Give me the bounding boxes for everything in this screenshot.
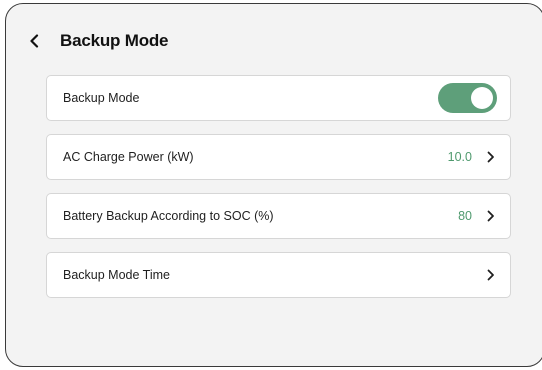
backup-mode-time-label: Backup Mode Time [63, 268, 170, 282]
chevron-right-icon [486, 151, 496, 163]
ac-charge-power-row[interactable]: AC Charge Power (kW) 10.0 [46, 134, 511, 180]
battery-backup-soc-label: Battery Backup According to SOC (%) [63, 209, 274, 223]
page-header: Backup Mode [26, 30, 169, 52]
ac-charge-power-label: AC Charge Power (kW) [63, 150, 194, 164]
backup-mode-time-row[interactable]: Backup Mode Time [46, 252, 511, 298]
settings-list: Backup Mode AC Charge Power (kW) 10.0 Ba… [46, 75, 511, 311]
battery-backup-soc-row[interactable]: Battery Backup According to SOC (%) 80 [46, 193, 511, 239]
backup-mode-row: Backup Mode [46, 75, 511, 121]
ac-charge-power-value: 10.0 [447, 150, 472, 164]
chevron-right-icon [486, 269, 496, 281]
battery-backup-soc-value: 80 [458, 209, 472, 223]
backup-mode-label: Backup Mode [63, 91, 140, 105]
device-screen: Backup Mode Backup Mode AC Charge Power … [5, 3, 542, 367]
toggle-knob [471, 87, 493, 109]
chevron-left-icon[interactable] [26, 33, 42, 49]
page-title: Backup Mode [60, 31, 169, 50]
chevron-right-icon [486, 210, 496, 222]
backup-mode-toggle[interactable] [438, 83, 497, 113]
